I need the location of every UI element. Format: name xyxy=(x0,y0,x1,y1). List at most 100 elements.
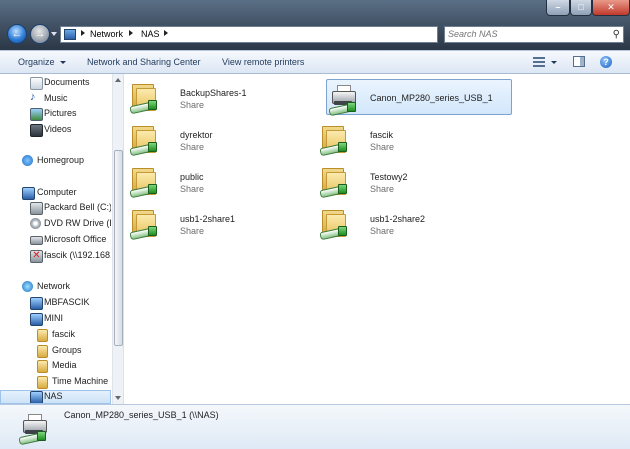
shared-folder-icon xyxy=(319,124,350,157)
maximize-button[interactable]: □ xyxy=(570,0,592,16)
nav-item-label: Groups xyxy=(52,345,82,355)
share-item-testowy2[interactable]: Testowy2 Share xyxy=(318,164,504,200)
nav-item-dvd[interactable]: DVD RW Drive (D xyxy=(0,217,111,231)
minimize-button[interactable]: – xyxy=(546,0,570,16)
chevron-right-icon[interactable] xyxy=(81,30,85,36)
preview-pane-icon[interactable] xyxy=(573,56,585,67)
folder-icon xyxy=(37,376,48,389)
share-type: Share xyxy=(180,226,205,236)
share-item-fascik[interactable]: fascik Share xyxy=(318,122,504,158)
chevron-right-icon[interactable] xyxy=(164,30,168,36)
maximize-icon: □ xyxy=(578,2,584,12)
scroll-up-icon[interactable] xyxy=(115,78,121,82)
share-item-usb1-2share1[interactable]: usb1-2share1 Share xyxy=(128,206,314,242)
search-input[interactable] xyxy=(448,28,598,40)
forward-button[interactable]: → xyxy=(30,24,50,44)
nav-item-label: fascik (\\192.168. xyxy=(44,250,111,260)
share-name: public xyxy=(180,172,204,182)
nav-item-videos[interactable]: Videos xyxy=(0,123,111,137)
search-icon[interactable]: ⚲ xyxy=(613,29,620,40)
share-name: Testowy2 xyxy=(370,172,408,182)
nav-item-packard-bell[interactable]: Packard Bell (C:) xyxy=(0,201,111,215)
nav-item-music[interactable]: ♪ Music xyxy=(0,92,111,106)
dvd-icon xyxy=(30,218,41,229)
nav-item-nas[interactable]: NAS xyxy=(0,390,111,404)
shared-folder-icon xyxy=(129,208,160,241)
close-icon: ✕ xyxy=(607,2,615,12)
nav-item-microsoft-office[interactable]: Microsoft Office xyxy=(0,233,111,247)
nav-item-network[interactable]: Network xyxy=(0,280,111,294)
arrow-right-icon: → xyxy=(34,28,46,40)
nav-item-label: fascik xyxy=(52,329,76,339)
breadcrumb-nas[interactable]: NAS xyxy=(141,29,160,39)
details-pane: Canon_MP280_series_USB_1 (\\NAS) xyxy=(0,404,630,449)
address-bar[interactable]: Network NAS ⟳ xyxy=(60,26,492,43)
nav-item-label: Computer xyxy=(37,187,77,197)
view-remote-printers-button[interactable]: View remote printers xyxy=(222,57,304,67)
drive-icon xyxy=(30,202,43,215)
share-name: fascik xyxy=(370,130,394,140)
nav-scrollbar[interactable] xyxy=(112,74,123,404)
shared-folder-icon xyxy=(319,208,350,241)
nav-item-homegroup[interactable]: Homegroup xyxy=(0,154,111,168)
share-name: Canon_MP280_series_USB_1 xyxy=(370,93,493,103)
share-item-canon-printer[interactable]: Canon_MP280_series_USB_1 xyxy=(326,79,512,117)
chevron-right-icon[interactable] xyxy=(129,30,133,36)
network-drive-icon: ✕ xyxy=(30,250,43,263)
printer-icon xyxy=(18,410,50,446)
pictures-icon xyxy=(30,108,43,121)
videos-icon xyxy=(30,124,43,137)
file-list: BackupShares-1 Share Canon_MP280_series_… xyxy=(124,74,630,404)
nav-item-fascik-network-drive[interactable]: ✕ fascik (\\192.168. xyxy=(0,249,111,263)
homegroup-icon xyxy=(22,155,33,166)
nav-item-time-machine[interactable]: Time Machine xyxy=(0,375,111,389)
computer-icon xyxy=(30,391,43,403)
nav-item-label: Time Machine xyxy=(52,376,109,386)
nav-item-label: MINI xyxy=(44,313,63,323)
share-type: Share xyxy=(180,142,205,152)
share-item-public[interactable]: public Share xyxy=(128,164,314,200)
share-type: Share xyxy=(370,142,395,152)
minimize-icon: – xyxy=(555,2,561,12)
recent-pages-dropdown[interactable] xyxy=(51,32,57,36)
scroll-down-icon[interactable] xyxy=(115,396,121,400)
nav-item-mbfascik[interactable]: MBFASCIK xyxy=(0,296,111,310)
network-sharing-center-button[interactable]: Network and Sharing Center xyxy=(87,57,201,67)
nav-item-groups[interactable]: Groups xyxy=(0,344,111,358)
arrow-left-icon: ← xyxy=(11,28,23,40)
back-button[interactable]: ← xyxy=(7,24,27,44)
organize-button[interactable]: Organize xyxy=(18,57,55,67)
navigation-pane: Documents ♪ Music Pictures Videos Homegr… xyxy=(0,74,124,404)
printer-icon xyxy=(328,82,359,117)
computer-icon xyxy=(30,313,43,326)
view-options-dropdown-icon[interactable] xyxy=(551,61,557,64)
share-type: Share xyxy=(180,184,205,194)
share-item-backupshares-1[interactable]: BackupShares-1 Share xyxy=(128,80,314,116)
nav-item-media[interactable]: Media xyxy=(0,359,111,373)
help-icon[interactable]: ? xyxy=(600,56,612,68)
nav-item-label: Pictures xyxy=(44,108,77,118)
documents-icon xyxy=(30,77,43,90)
share-item-usb1-2share2[interactable]: usb1-2share2 Share xyxy=(318,206,504,242)
drive-icon xyxy=(30,236,43,245)
close-button[interactable]: ✕ xyxy=(592,0,630,16)
nav-item-label: Music xyxy=(44,93,68,103)
share-item-dyrektor[interactable]: dyrektor Share xyxy=(128,122,314,158)
folder-icon xyxy=(37,329,48,342)
details-item-name: Canon_MP280_series_USB_1 (\\NAS) xyxy=(64,410,219,420)
folder-icon xyxy=(37,345,48,358)
chevron-down-icon xyxy=(60,61,66,64)
nav-item-label: Media xyxy=(52,360,77,370)
change-view-icon[interactable] xyxy=(533,56,545,67)
nav-item-mini-fascik[interactable]: fascik xyxy=(0,328,111,342)
search-box[interactable]: ⚲ xyxy=(444,26,624,43)
nav-item-label: NAS xyxy=(44,391,63,401)
nav-item-computer[interactable]: Computer xyxy=(0,186,111,200)
nav-item-mini[interactable]: MINI xyxy=(0,312,111,326)
music-icon: ♪ xyxy=(30,92,36,103)
breadcrumb-network[interactable]: Network xyxy=(90,29,123,39)
nav-item-documents[interactable]: Documents xyxy=(0,76,111,90)
nav-item-pictures[interactable]: Pictures xyxy=(0,107,111,121)
share-type: Share xyxy=(370,226,395,236)
scrollbar-thumb[interactable] xyxy=(114,150,123,346)
